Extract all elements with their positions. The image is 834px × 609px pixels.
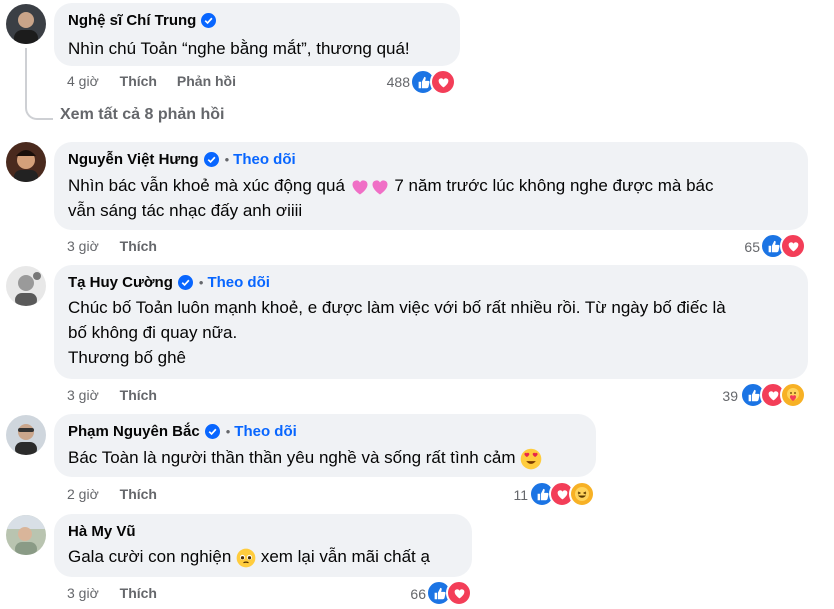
reply-button[interactable]: Phản hồi [177,73,236,89]
avatar[interactable] [6,515,46,555]
comment-time[interactable]: 4 giờ [67,73,99,89]
commenter-name[interactable]: Nghệ sĩ Chí Trung [68,12,196,29]
like-button[interactable]: Thích [120,387,157,403]
like-button[interactable]: Thích [120,238,157,254]
verified-badge-icon [201,13,217,28]
separator-dot: • [198,275,204,290]
heart-eyes-emoji-icon [520,448,542,469]
comment-text: Thương bố ghê [68,348,186,367]
comment-bubble: Hà My Vũ Gala cười con nghiện xem lại vẫ… [54,514,472,577]
separator-dot: • [224,152,230,167]
comment-text: Nhìn chú Toản “nghe bằng mắt”, thương qu… [68,39,410,58]
comment-time[interactable]: 2 giờ [67,486,99,502]
reaction-count[interactable]: 11 [500,487,528,503]
verified-badge-icon [204,424,220,439]
comment-text: vẫn sáng tác nhạc đấy anh ơiiii [68,201,303,220]
avatar[interactable] [6,142,46,182]
comment-text: Bác Toàn là người thần thần yêu nghề và … [68,445,542,470]
pleading-face-emoji-icon [236,548,256,567]
avatar[interactable] [6,266,46,306]
love-reaction-icon[interactable] [780,233,806,259]
commenter-name[interactable]: Phạm Nguyên Bắc [68,423,200,440]
follow-button[interactable]: Theo dõi [207,274,270,291]
commenter-name[interactable]: Hà My Vũ [68,523,136,540]
verified-badge-icon [203,152,219,167]
separator-dot: • [225,424,231,439]
comment-time[interactable]: 3 giờ [67,585,99,601]
avatar[interactable] [6,415,46,455]
comment-text-part: xem lại vẫn mãi chất ạ [260,547,430,566]
reaction-count[interactable]: 39 [708,388,738,404]
see-all-replies-link[interactable]: Xem tất cả 8 phản hồi [60,106,224,124]
comment-text-part: Gala cười con nghiện [68,547,232,566]
follow-button[interactable]: Theo dõi [234,423,297,440]
pink-heart-emoji-icon [352,179,368,195]
comment-text-part: 7 năm trước lúc không nghe được mà bác [394,176,714,195]
comment-bubble: Nguyễn Việt Hưng • Theo dõi Nhìn bác vẫn… [54,142,808,230]
comment-text-part: Bác Toàn là người thần thần yêu nghề và … [68,448,516,467]
like-button[interactable]: Thích [120,73,157,89]
comment-text: bố không đi quay nữa. [68,323,238,342]
comment-time[interactable]: 3 giờ [67,387,99,403]
comment-text-part: Nhìn bác vẫn khoẻ mà xúc động quá [68,176,345,195]
reaction-count[interactable]: 66 [398,586,426,602]
commenter-name[interactable]: Tạ Huy Cường [68,274,173,291]
comment-text: Nhìn bác vẫn khoẻ mà xúc động quá 7 năm … [68,173,713,198]
love-reaction-icon[interactable] [430,69,456,95]
reaction-count[interactable]: 488 [378,74,410,90]
verified-badge-icon [177,275,193,290]
comment-bubble: Tạ Huy Cường • Theo dõi Chúc bố Toản luô… [54,265,808,379]
thread-connector [25,48,53,120]
like-button[interactable]: Thích [120,486,157,502]
like-button[interactable]: Thích [120,585,157,601]
reaction-count[interactable]: 65 [730,239,760,255]
haha-reaction-icon[interactable] [569,481,595,507]
comment-text: Chúc bố Toản luôn mạnh khoẻ, e được làm … [68,298,726,317]
comment-bubble: Nghệ sĩ Chí Trung Nhìn chú Toản “nghe bằ… [54,3,460,66]
follow-button[interactable]: Theo dõi [233,151,296,168]
love-reaction-icon[interactable] [446,580,472,606]
commenter-name[interactable]: Nguyễn Việt Hưng [68,151,199,168]
comment-bubble: Phạm Nguyên Bắc • Theo dõi Bác Toàn là n… [54,414,596,477]
comment-time[interactable]: 3 giờ [67,238,99,254]
comment-text: Gala cười con nghiện xem lại vẫn mãi chấ… [68,544,430,569]
avatar[interactable] [6,4,46,44]
pink-heart-emoji-icon [372,179,388,195]
care-reaction-icon[interactable] [780,382,806,408]
